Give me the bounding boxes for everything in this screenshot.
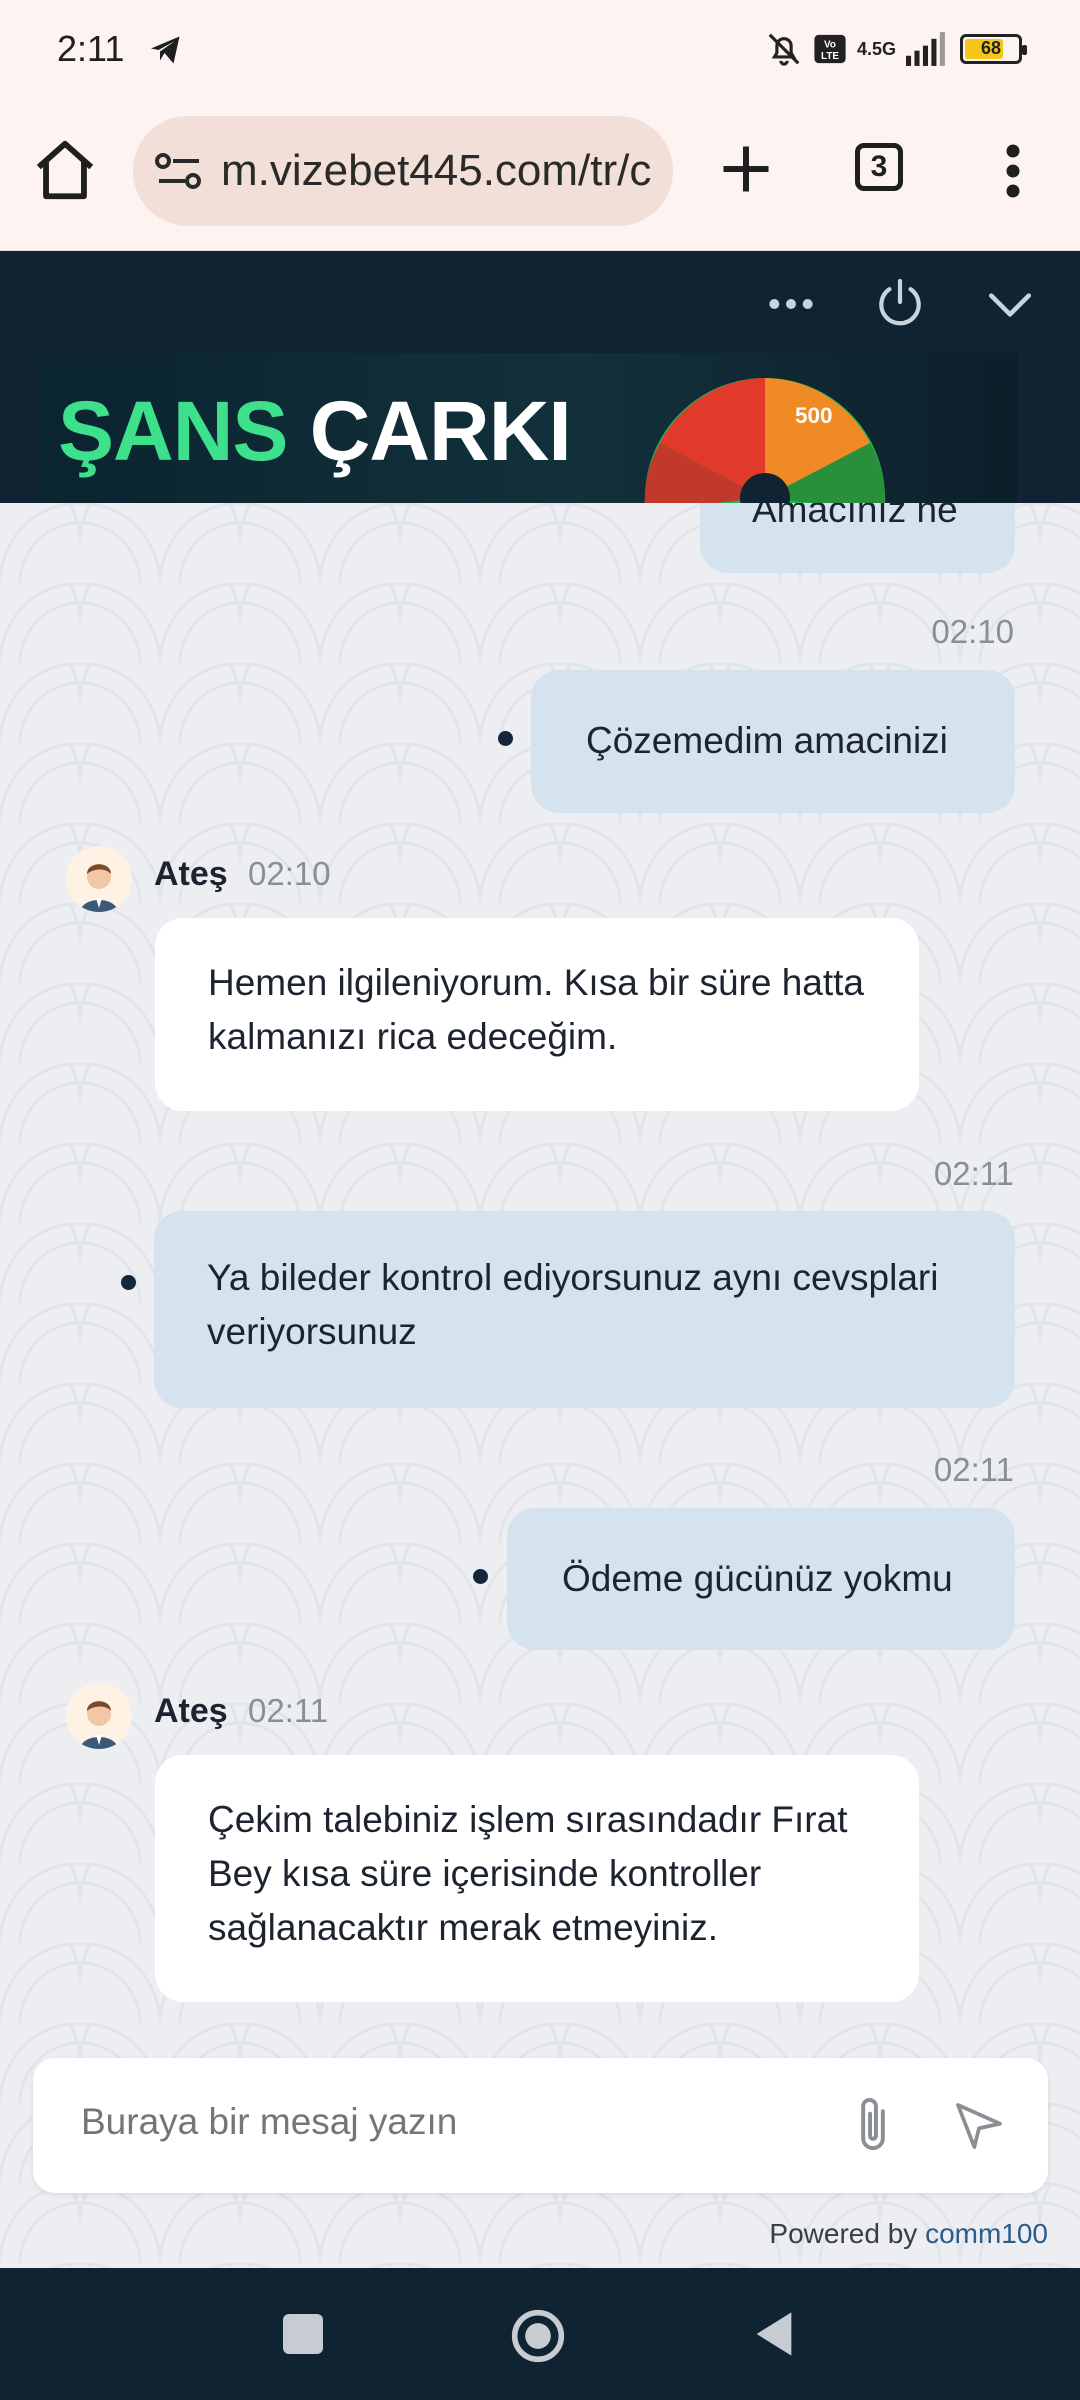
home-icon[interactable] [30,135,100,205]
browser-toolbar: m.vizebet445.com/tr/c 3 [0,105,1080,252]
banner-title: ŞANS ÇARKI [58,383,572,480]
message-incoming: Hemen ilgileniyorum. Kısa bir süre hatta… [155,918,919,1111]
back-button[interactable] [752,2308,796,2360]
agent-name: Ateş [154,1692,228,1730]
message-text: Ödeme gücünüz yokmu [562,1558,953,1599]
system-navigation-bar [0,2268,1080,2400]
banner-word-2: ÇARKI [309,384,572,478]
message-outgoing: Çözemedim amacinizi [531,670,1015,813]
new-tab-icon[interactable] [716,139,776,199]
tab-switcher-button[interactable]: 3 [855,143,903,191]
message-time: 02:11 [933,1451,1014,1488]
message-input[interactable] [79,2100,783,2144]
attachment-icon[interactable] [843,2094,903,2158]
chat-header: ŞANS ÇARKI 500 [0,251,1080,503]
home-button[interactable] [510,2308,566,2364]
powered-by: Powered by comm100 [769,2218,1048,2250]
message-time: 02:10 [931,613,1014,650]
volte-icon: Vo LTE [814,34,846,64]
read-status-dot [498,731,513,746]
status-bar: 2:11 Vo LTE 4.5G 68 [0,0,1080,105]
url-text[interactable]: m.vizebet445.com/tr/c [221,146,651,196]
read-status-dot [121,1275,136,1290]
status-indicators: Vo LTE 4.5G 68 [765,30,1027,68]
message-time: 02:11 [248,1692,329,1729]
telegram-icon [151,36,180,64]
prize-wheel-icon: 500 [644,378,886,503]
promo-banner[interactable]: ŞANS ÇARKI 500 [40,353,1018,503]
message-text: Çekim talebiniz işlem sırasındadır Fırat… [208,1799,848,1948]
site-settings-icon[interactable] [155,151,203,191]
send-icon[interactable] [951,2098,1007,2154]
wheel-label: 500 [795,403,833,428]
bell-muted-icon [768,33,800,66]
svg-text:Vo: Vo [824,40,836,51]
banner-word-1: ŞANS [58,384,288,478]
battery-level: 68 [980,38,1002,58]
address-bar[interactable]: m.vizebet445.com/tr/c [133,116,673,226]
message-text: Ya bileder kontrol ediyorsunuz aynı cevs… [207,1257,939,1352]
status-time: 2:11 [57,28,125,69]
message-incoming: Çekim talebiniz işlem sırasındadır Fırat… [155,1755,919,2002]
recents-button[interactable] [283,2314,323,2354]
battery-icon: 68 [960,34,1027,64]
powered-by-label: Powered by [769,2218,918,2249]
more-options-icon[interactable] [995,141,1031,201]
message-outgoing: Ödeme gücünüz yokmu [507,1508,1015,1650]
powered-by-brand[interactable]: comm100 [925,2218,1048,2249]
agent-name: Ateş [154,855,228,893]
agent-avatar [66,846,132,912]
svg-text:LTE: LTE [821,51,839,62]
message-text: Hemen ilgileniyorum. Kısa bir süre hatta… [208,962,865,1057]
network-type: 4.5G [856,38,896,59]
message-composer [33,2058,1048,2193]
message-outgoing: Amacınız ne [700,503,1015,573]
message-text: Amacınız ne [752,503,958,530]
signal-icon [906,32,945,66]
message-time: 02:10 [248,855,331,892]
message-time: 02:11 [933,1155,1014,1192]
end-chat-icon[interactable] [872,274,928,330]
chat-messages[interactable]: Amacınız ne 02:10 Çözemedim amacinizi At… [0,503,1080,2268]
read-status-dot [473,1569,488,1584]
chevron-down-icon[interactable] [985,284,1035,324]
message-outgoing: Ya bileder kontrol ediyorsunuz aynı cevs… [154,1211,1015,1408]
message-text: Çözemedim amacinizi [586,720,948,761]
chat-menu-icon[interactable] [766,289,816,319]
agent-avatar [66,1683,132,1749]
